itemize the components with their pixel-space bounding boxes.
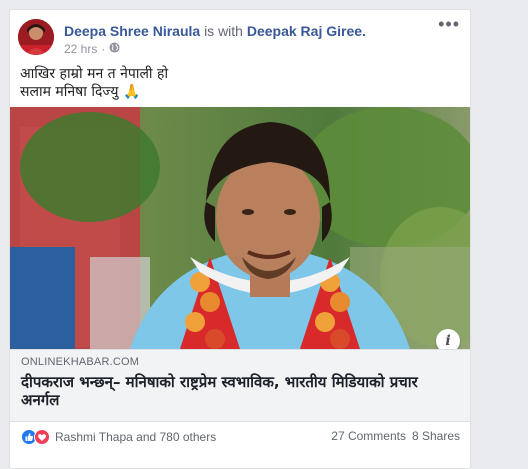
avatar[interactable] [18, 19, 54, 55]
shared-link-image[interactable]: i [10, 107, 470, 349]
link-preview[interactable]: ONLINEKHABAR.COM दीपकराज भन्छन्– मनिषाको… [10, 349, 470, 422]
tagged-person[interactable]: Deepak Raj Giree. [247, 23, 366, 39]
love-reaction-icon [34, 429, 50, 445]
engagement-counts: 27 Comments 8 Shares [331, 429, 460, 443]
link-headline[interactable]: दीपकराज भन्छन्– मनिषाको राष्ट्रप्रेम स्व… [21, 373, 461, 409]
info-icon[interactable]: i [436, 329, 460, 349]
post-text-line-1: आखिर हाम्रो मन त नेपाली हो [20, 66, 169, 82]
comments-count[interactable]: 27 Comments [331, 429, 406, 443]
post-body: आखिर हाम्रो मन त नेपाली हो सलाम मनिषा दि… [20, 65, 168, 101]
post-text-line-2: सलाम मनिषा दिज्यु 🙏 [20, 84, 141, 100]
post-header: Deepa Shree Niraula is with Deepak Raj G… [64, 23, 366, 39]
author-name[interactable]: Deepa Shree Niraula [64, 23, 200, 39]
with-text: is with [204, 23, 243, 39]
reactions-summary[interactable]: Rashmi Thapa and 780 others [21, 429, 216, 445]
post-card: Deepa Shree Niraula is with Deepak Raj G… [9, 9, 471, 469]
reactors-text[interactable]: Rashmi Thapa and 780 others [55, 430, 216, 444]
globe-icon[interactable] [109, 42, 120, 56]
post-timestamp[interactable]: 22 hrs [64, 42, 97, 56]
link-domain: ONLINEKHABAR.COM [21, 356, 140, 368]
post-meta: 22 hrs · [64, 42, 120, 56]
more-options-icon[interactable]: ••• [438, 14, 460, 35]
shares-count[interactable]: 8 Shares [412, 429, 460, 443]
